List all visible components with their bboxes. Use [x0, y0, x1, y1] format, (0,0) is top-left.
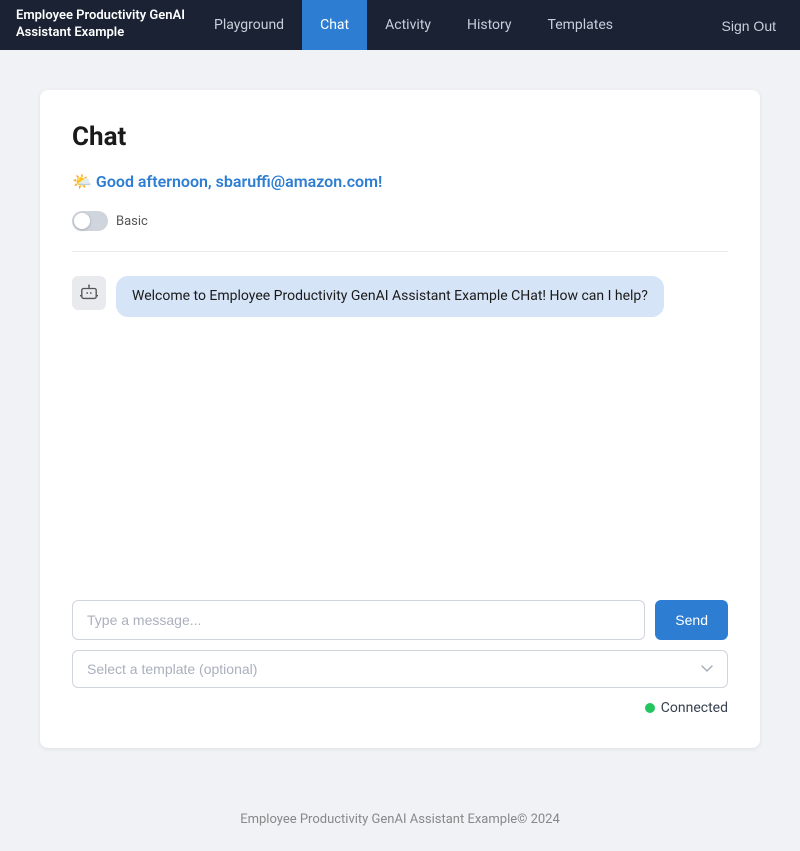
- chat-messages: Welcome to Employee Productivity GenAI A…: [72, 276, 728, 576]
- template-select[interactable]: Select a template (optional): [72, 650, 728, 688]
- message-input-row: Send: [72, 600, 728, 640]
- message-row: Welcome to Employee Productivity GenAI A…: [72, 276, 728, 317]
- status-row: Connected: [72, 700, 728, 716]
- greeting-text: Good afternoon, sbaruffi@amazon.com!: [96, 172, 382, 191]
- bot-icon: [80, 284, 98, 302]
- greeting: 🌤️Good afternoon, sbaruffi@amazon.com!: [72, 172, 728, 191]
- nav-item-templates[interactable]: Templates: [530, 0, 632, 50]
- navbar-right: Sign Out: [714, 16, 784, 35]
- message-input[interactable]: [72, 600, 645, 640]
- toggle-track: [72, 211, 108, 231]
- send-button[interactable]: Send: [655, 600, 728, 640]
- toggle-container: Basic: [72, 211, 728, 231]
- status-dot: [645, 703, 655, 713]
- nav-item-chat[interactable]: Chat: [302, 0, 367, 50]
- footer-text: Employee Productivity GenAI Assistant Ex…: [240, 812, 560, 827]
- page-title: Chat: [72, 122, 728, 152]
- navbar: Employee Productivity GenAI Assistant Ex…: [0, 0, 800, 50]
- signout-button[interactable]: Sign Out: [714, 18, 784, 34]
- nav-item-playground[interactable]: Playground: [196, 0, 302, 50]
- input-area: Send Select a template (optional) Connec…: [72, 600, 728, 716]
- bot-avatar: [72, 276, 106, 310]
- toggle-switch[interactable]: [72, 211, 108, 231]
- greeting-emoji: 🌤️: [72, 172, 92, 191]
- status-text: Connected: [661, 700, 728, 716]
- welcome-message-bubble: Welcome to Employee Productivity GenAI A…: [116, 276, 664, 317]
- navbar-brand: Employee Productivity GenAI Assistant Ex…: [16, 8, 196, 42]
- nav-item-activity[interactable]: Activity: [367, 0, 449, 50]
- main-content: Chat 🌤️Good afternoon, sbaruffi@amazon.c…: [0, 50, 800, 788]
- chat-card: Chat 🌤️Good afternoon, sbaruffi@amazon.c…: [40, 90, 760, 748]
- toggle-label: Basic: [116, 214, 148, 229]
- footer: Employee Productivity GenAI Assistant Ex…: [0, 788, 800, 851]
- toggle-thumb: [74, 213, 90, 229]
- divider: [72, 251, 728, 252]
- nav-item-history[interactable]: History: [449, 0, 530, 50]
- navbar-nav: Playground Chat Activity History Templat…: [196, 0, 714, 50]
